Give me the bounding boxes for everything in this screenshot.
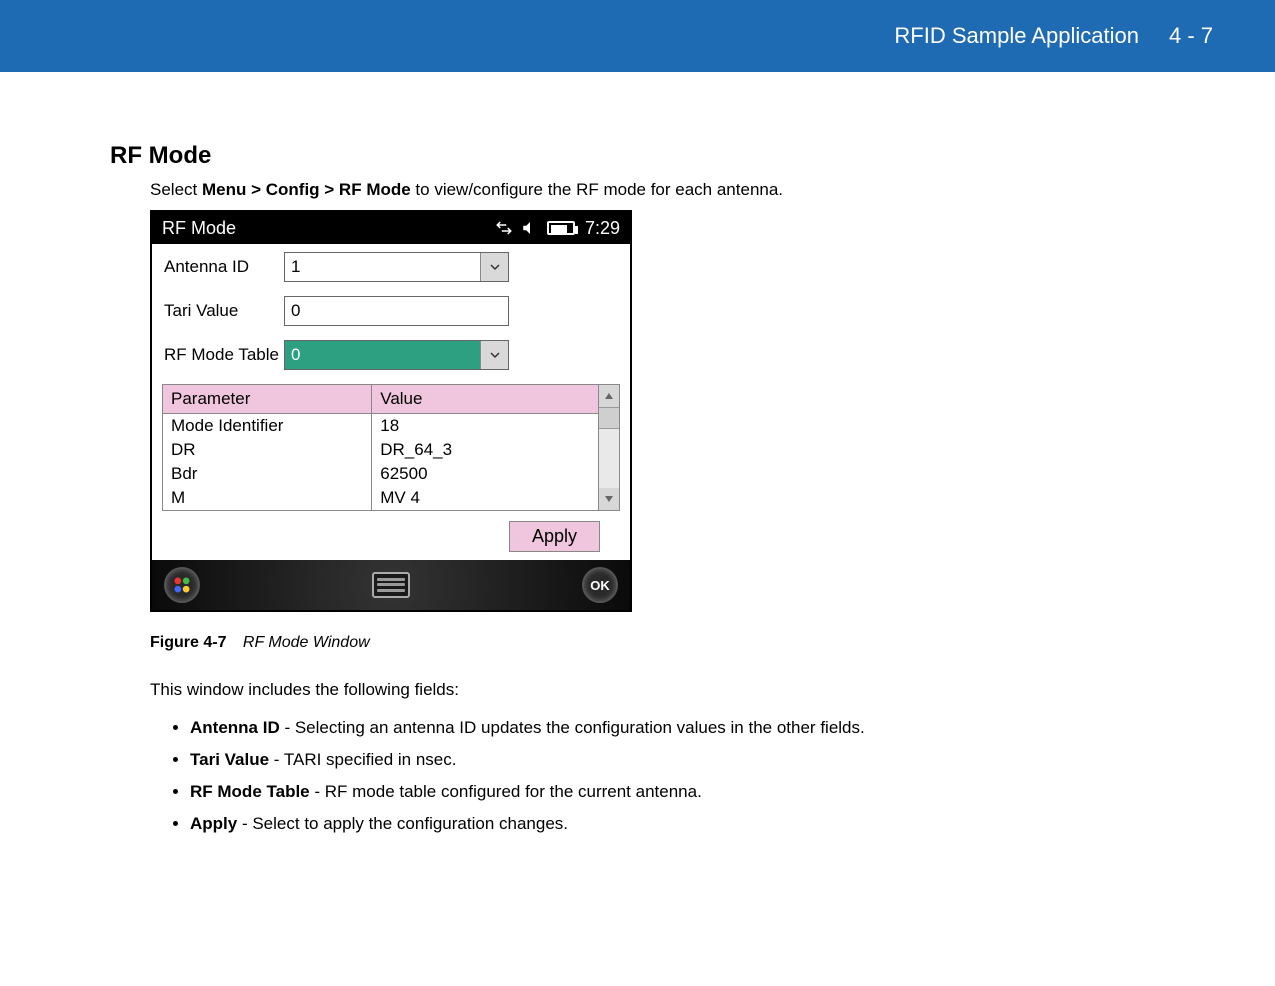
chevron-down-icon xyxy=(480,253,508,281)
scroll-track xyxy=(599,429,619,488)
cell-param: Bdr xyxy=(163,462,372,486)
table-row: M MV 4 xyxy=(163,486,599,511)
row-rfmode-table: RF Mode Table 0 xyxy=(152,332,630,376)
bullet-label: Antenna ID xyxy=(190,718,280,737)
tari-value-input[interactable] xyxy=(284,296,509,326)
chevron-down-icon xyxy=(480,341,508,369)
table-row: DR DR_64_3 xyxy=(163,438,599,462)
bullet-label: Apply xyxy=(190,814,237,833)
intro-prefix: Select xyxy=(150,180,202,199)
bullet-label: Tari Value xyxy=(190,750,269,769)
table-scrollbar[interactable] xyxy=(599,384,620,511)
content: RF Mode Select Menu > Config > RF Mode t… xyxy=(0,72,1275,834)
scroll-up-icon[interactable] xyxy=(599,385,619,407)
speaker-icon xyxy=(521,219,539,237)
header-title: RFID Sample Application xyxy=(894,23,1139,49)
row-tari-value: Tari Value xyxy=(152,288,630,332)
list-item: Apply - Select to apply the configuratio… xyxy=(190,814,1215,834)
tari-value-label: Tari Value xyxy=(164,301,284,321)
cell-param: M xyxy=(163,486,372,511)
intro-menupath: Menu > Config > RF Mode xyxy=(202,180,411,199)
th-parameter: Parameter xyxy=(163,385,372,414)
table-row: Bdr 62500 xyxy=(163,462,599,486)
clock-time: 7:29 xyxy=(585,218,620,239)
sync-icon xyxy=(495,219,513,237)
cell-value: DR_64_3 xyxy=(372,438,599,462)
bullet-label: RF Mode Table xyxy=(190,782,310,801)
page-number: 4 - 7 xyxy=(1169,23,1213,49)
bottom-bar: OK xyxy=(152,560,630,610)
th-value: Value xyxy=(372,385,599,414)
section-heading: RF Mode xyxy=(110,142,1275,170)
bullet-text: - Select to apply the configuration chan… xyxy=(237,814,568,833)
battery-icon xyxy=(547,221,579,235)
cell-param: DR xyxy=(163,438,372,462)
window-title: RF Mode xyxy=(162,218,236,239)
scroll-thumb[interactable] xyxy=(599,407,619,429)
figure-title: RF Mode Window xyxy=(243,634,370,651)
bullet-text: - Selecting an antenna ID updates the co… xyxy=(280,718,865,737)
rfmode-table-label: RF Mode Table xyxy=(164,345,284,365)
list-item: Tari Value - TARI specified in nsec. xyxy=(190,750,1215,770)
rfmode-table-value: 0 xyxy=(285,341,480,369)
description-text: This window includes the following field… xyxy=(150,680,1275,700)
ok-button[interactable]: OK xyxy=(582,567,618,603)
figure-caption: Figure 4-7 RF Mode Window xyxy=(150,634,1275,652)
ok-label: OK xyxy=(590,578,610,593)
field-list: Antenna ID - Selecting an antenna ID upd… xyxy=(170,718,1275,834)
bullet-text: - RF mode table configured for the curre… xyxy=(310,782,702,801)
cell-param: Mode Identifier xyxy=(163,414,372,439)
list-item: Antenna ID - Selecting an antenna ID upd… xyxy=(190,718,1215,738)
page-header: RFID Sample Application 4 - 7 xyxy=(0,0,1275,72)
antenna-id-value: 1 xyxy=(285,253,480,281)
list-item: RF Mode Table - RF mode table configured… xyxy=(190,782,1215,802)
antenna-id-dropdown[interactable]: 1 xyxy=(284,252,509,282)
bullet-text: - TARI specified in nsec. xyxy=(269,750,456,769)
table-row: Mode Identifier 18 xyxy=(163,414,599,439)
intro-suffix: to view/configure the RF mode for each a… xyxy=(411,180,783,199)
device-screenshot: RF Mode 7:29 Antenna ID 1 Tari Value xyxy=(150,210,632,612)
parameter-table: Parameter Value Mode Identifier 18 DR DR… xyxy=(162,384,599,511)
keyboard-button[interactable] xyxy=(372,572,410,598)
apply-button[interactable]: Apply xyxy=(509,521,600,552)
parameter-table-wrap: Parameter Value Mode Identifier 18 DR DR… xyxy=(162,384,620,511)
cell-value: 18 xyxy=(372,414,599,439)
status-bar: RF Mode 7:29 xyxy=(152,212,630,244)
start-button[interactable] xyxy=(164,567,200,603)
figure-label: Figure 4-7 xyxy=(150,634,226,651)
antenna-id-label: Antenna ID xyxy=(164,257,284,277)
rfmode-table-dropdown[interactable]: 0 xyxy=(284,340,509,370)
cell-value: 62500 xyxy=(372,462,599,486)
cell-value: MV 4 xyxy=(372,486,599,511)
scroll-down-icon[interactable] xyxy=(599,488,619,510)
intro-text: Select Menu > Config > RF Mode to view/c… xyxy=(150,180,1275,200)
row-antenna-id: Antenna ID 1 xyxy=(152,244,630,288)
